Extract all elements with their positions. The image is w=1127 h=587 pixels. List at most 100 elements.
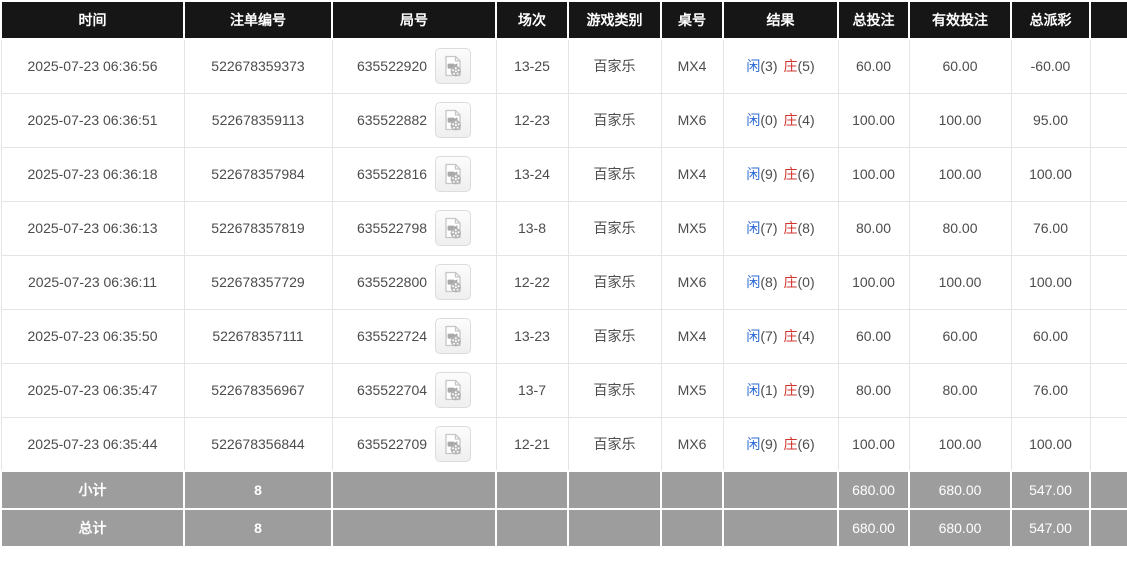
banker-score: (9) (798, 382, 815, 398)
time-cell: 2025-07-23 06:36:51 (1, 93, 184, 147)
col-header-empty (1090, 1, 1127, 39)
result-cell: 闲(7)庄(4) (723, 309, 838, 363)
result-cell: 闲(9)庄(6) (723, 147, 838, 201)
total-bet-value[interactable]: 100.00 (838, 147, 909, 201)
empty-cell (1090, 309, 1127, 363)
video-replay-button[interactable] (435, 210, 471, 246)
banker-score: (4) (798, 328, 815, 344)
session-cell: 13-8 (496, 201, 568, 255)
payout-value: 100.00 (1011, 417, 1090, 471)
empty-cell (496, 509, 568, 547)
empty-cell (568, 471, 661, 509)
col-header-valid-bet: 有效投注 (909, 1, 1011, 39)
payout-value: 76.00 (1011, 363, 1090, 417)
table-no-cell: MX4 (661, 309, 723, 363)
video-replay-button[interactable] (435, 156, 471, 192)
total-bet-value[interactable]: 60.00 (838, 39, 909, 93)
empty-cell (1090, 201, 1127, 255)
player-result: 闲 (746, 328, 760, 344)
bet-id-cell: 522678357729 (184, 255, 332, 309)
game-type-cell: 百家乐 (568, 363, 661, 417)
banker-score: (6) (798, 166, 815, 182)
banker-result: 庄 (784, 382, 798, 398)
round-number: 635522724 (357, 328, 427, 344)
player-score: (9) (760, 436, 777, 452)
subtotal-row: 小计 8 680.00 680.00 547.00 (1, 471, 1127, 509)
col-header-round: 局号 (332, 1, 496, 39)
round-number: 635522709 (357, 436, 427, 452)
total-bet-value[interactable]: 80.00 (838, 201, 909, 255)
col-header-time: 时间 (1, 1, 184, 39)
empty-cell (496, 471, 568, 509)
round-cell: 635522800 (332, 255, 496, 309)
player-score: (3) (760, 58, 777, 74)
game-type-cell: 百家乐 (568, 417, 661, 471)
video-replay-button[interactable] (435, 264, 471, 300)
round-number: 635522704 (357, 382, 427, 398)
total-bet-value[interactable]: 60.00 (838, 309, 909, 363)
session-cell: 12-23 (496, 93, 568, 147)
banker-score: (0) (798, 274, 815, 290)
round-cell: 635522724 (332, 309, 496, 363)
valid-bet-value: 60.00 (909, 309, 1011, 363)
session-cell: 12-21 (496, 417, 568, 471)
table-no-cell: MX5 (661, 363, 723, 417)
total-bet-value[interactable]: 80.00 (838, 363, 909, 417)
table-no-cell: MX5 (661, 201, 723, 255)
payout-value: 100.00 (1011, 147, 1090, 201)
table-row: 2025-07-23 06:36:13 522678357819 6355227… (1, 201, 1127, 255)
banker-score: (4) (798, 112, 815, 128)
video-replay-button[interactable] (435, 372, 471, 408)
player-result: 闲 (746, 436, 760, 452)
banker-result: 庄 (784, 328, 798, 344)
session-cell: 13-7 (496, 363, 568, 417)
video-replay-button[interactable] (435, 318, 471, 354)
round-cell: 635522798 (332, 201, 496, 255)
payout-value: 76.00 (1011, 201, 1090, 255)
table-row: 2025-07-23 06:35:44 522678356844 6355227… (1, 417, 1127, 471)
video-replay-button[interactable] (435, 48, 471, 84)
banker-score: (6) (798, 436, 815, 452)
player-score: (9) (760, 166, 777, 182)
col-header-session: 场次 (496, 1, 568, 39)
payout-value: -60.00 (1011, 39, 1090, 93)
time-cell: 2025-07-23 06:36:13 (1, 201, 184, 255)
empty-cell (661, 509, 723, 547)
banker-result: 庄 (784, 274, 798, 290)
video-replay-button[interactable] (435, 426, 471, 462)
empty-cell (1090, 255, 1127, 309)
time-cell: 2025-07-23 06:35:47 (1, 363, 184, 417)
empty-cell (1090, 93, 1127, 147)
col-header-bet-id: 注单编号 (184, 1, 332, 39)
total-bet-value[interactable]: 100.00 (838, 93, 909, 147)
valid-bet-value: 80.00 (909, 363, 1011, 417)
bet-id-cell: 522678356967 (184, 363, 332, 417)
session-cell: 13-24 (496, 147, 568, 201)
valid-bet-value: 60.00 (909, 39, 1011, 93)
round-cell: 635522816 (332, 147, 496, 201)
round-cell: 635522920 (332, 39, 496, 93)
total-label: 总计 (1, 509, 184, 547)
result-cell: 闲(0)庄(4) (723, 93, 838, 147)
bet-id-cell: 522678357984 (184, 147, 332, 201)
empty-cell (568, 509, 661, 547)
table-no-cell: MX4 (661, 147, 723, 201)
table-body: 2025-07-23 06:36:56 522678359373 6355229… (1, 39, 1127, 471)
header-row: 时间 注单编号 局号 场次 游戏类别 桌号 结果 总投注 有效投注 总派彩 (1, 1, 1127, 39)
table-no-cell: MX6 (661, 93, 723, 147)
game-type-cell: 百家乐 (568, 93, 661, 147)
video-file-icon (441, 108, 465, 132)
video-replay-button[interactable] (435, 102, 471, 138)
video-file-icon (441, 54, 465, 78)
player-score: (0) (760, 112, 777, 128)
payout-value: 100.00 (1011, 255, 1090, 309)
total-bet-value[interactable]: 100.00 (838, 417, 909, 471)
player-score: (7) (760, 220, 777, 236)
video-file-icon (441, 324, 465, 348)
empty-cell (1090, 471, 1127, 509)
valid-bet-value: 100.00 (909, 417, 1011, 471)
round-number: 635522800 (357, 274, 427, 290)
total-bet-value[interactable]: 100.00 (838, 255, 909, 309)
player-result: 闲 (746, 274, 760, 290)
bet-id-cell: 522678359113 (184, 93, 332, 147)
